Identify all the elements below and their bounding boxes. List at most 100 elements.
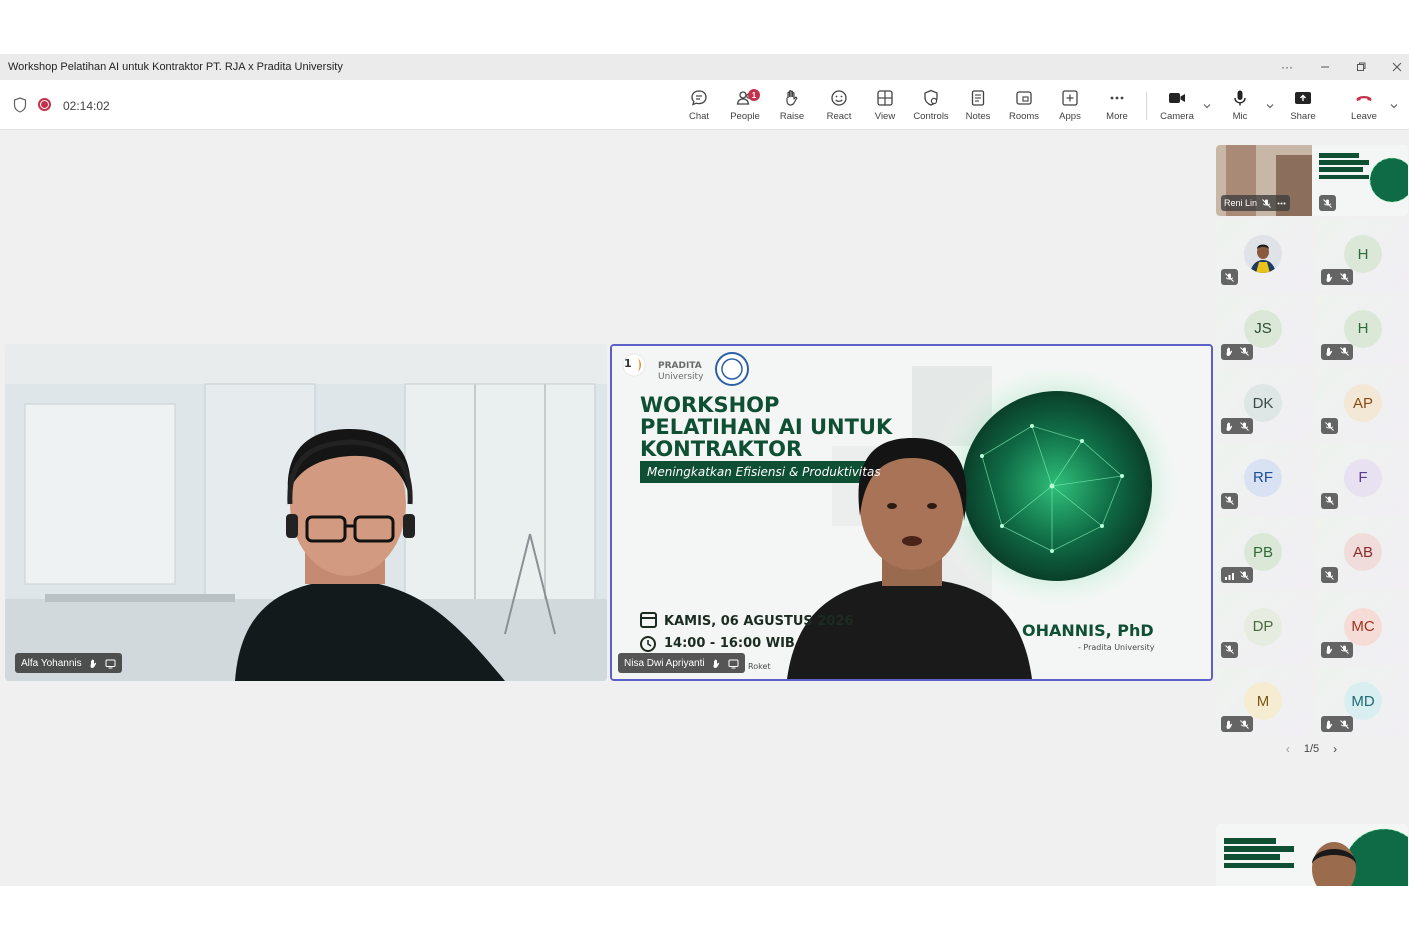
mic-off-icon bbox=[1325, 496, 1334, 505]
participant-tile[interactable]: F bbox=[1316, 443, 1409, 514]
participant-status-icons bbox=[1221, 716, 1253, 732]
avatar: MC bbox=[1344, 607, 1382, 646]
mic-off-icon bbox=[1323, 198, 1332, 208]
mic-icon bbox=[1234, 90, 1246, 106]
participant-status-icons bbox=[1321, 716, 1353, 732]
share-button[interactable]: Share bbox=[1280, 86, 1326, 128]
restore-icon[interactable] bbox=[1350, 57, 1372, 77]
participant-tile[interactable]: DP bbox=[1216, 592, 1310, 663]
participant-tile[interactable]: M bbox=[1216, 667, 1310, 737]
chat-icon bbox=[691, 90, 707, 106]
camera-button[interactable]: Camera bbox=[1154, 86, 1200, 128]
avatar-initials: F bbox=[1358, 469, 1368, 486]
mic-off-icon bbox=[1325, 570, 1334, 580]
avatar: DP bbox=[1244, 607, 1282, 646]
slide-title-line1: WORKSHOP bbox=[640, 393, 780, 417]
slide-time: 14:00 - 16:00 WIB bbox=[664, 636, 795, 651]
mic-off-icon bbox=[1325, 421, 1334, 431]
window-title: Workshop Pelatihan AI untuk Kontraktor P… bbox=[8, 61, 343, 73]
slide-brand-line2: University bbox=[658, 372, 704, 382]
close-icon[interactable] bbox=[1386, 57, 1408, 77]
participant-status-icons bbox=[1321, 641, 1353, 658]
participant-name-tag-alfa: Alfa Yohannis bbox=[15, 653, 122, 673]
hand-icon bbox=[1226, 719, 1233, 729]
minimize-icon[interactable] bbox=[1314, 57, 1336, 77]
avatar-initials: DP bbox=[1252, 618, 1274, 635]
more-button[interactable]: More bbox=[1094, 86, 1140, 128]
hand-icon bbox=[1326, 272, 1333, 282]
hand-icon bbox=[1326, 719, 1333, 729]
participant-status-icons bbox=[1321, 269, 1353, 285]
apps-button[interactable]: Apps bbox=[1047, 86, 1093, 128]
notes-icon bbox=[971, 90, 985, 106]
participant-tile[interactable]: MC bbox=[1316, 592, 1409, 663]
avatar: JS bbox=[1244, 309, 1282, 348]
people-button[interactable]: 1 People bbox=[722, 86, 768, 128]
participant-tile[interactable]: JS bbox=[1216, 294, 1310, 365]
controls-label: Controls bbox=[913, 111, 949, 122]
avatar: H bbox=[1344, 235, 1382, 273]
camera-options-chevron-down-icon[interactable] bbox=[1201, 100, 1213, 112]
slide-title: WORKSHOP PELATIHAN AI UNTUK KONTRAKTOR bbox=[640, 394, 892, 460]
avatar-initials: M bbox=[1256, 692, 1270, 710]
camera-icon bbox=[1169, 93, 1185, 103]
controls-button[interactable]: Controls bbox=[908, 86, 954, 128]
participant-tile[interactable]: H bbox=[1316, 294, 1409, 365]
screen-share-icon bbox=[728, 659, 739, 668]
avatar-initials: PB bbox=[1252, 543, 1273, 561]
react-button[interactable]: React bbox=[816, 86, 862, 128]
screen-share-icon bbox=[105, 659, 116, 668]
avatar: DK bbox=[1244, 384, 1282, 422]
participant-tile[interactable]: MD bbox=[1316, 667, 1409, 737]
avatar: AP bbox=[1344, 384, 1382, 422]
participant-tile[interactable]: PB bbox=[1216, 518, 1310, 588]
avatar: F bbox=[1344, 458, 1382, 497]
people-label: People bbox=[730, 111, 760, 122]
slide-brand-line1: PRADITA bbox=[658, 361, 702, 371]
chat-button[interactable]: Chat bbox=[676, 86, 722, 128]
participant-tile[interactable]: H bbox=[1316, 220, 1409, 290]
participant-tile-reni[interactable]: Reni Lin bbox=[1216, 145, 1408, 216]
avatar: PB bbox=[1244, 533, 1282, 571]
recording-icon bbox=[38, 98, 51, 111]
toolbar-divider bbox=[1146, 92, 1147, 120]
avatar-initials: H bbox=[1357, 245, 1369, 263]
participant-status-icons bbox=[1321, 418, 1338, 434]
hand-icon bbox=[1326, 645, 1333, 654]
mic-off-icon bbox=[1340, 347, 1349, 356]
avatar: AB bbox=[1344, 533, 1382, 571]
participant-tag-reni: Reni Lin bbox=[1221, 195, 1291, 211]
raise-label: Raise bbox=[779, 111, 805, 122]
view-button[interactable]: View bbox=[862, 86, 908, 128]
participant-name-alfa: Alfa Yohannis bbox=[21, 657, 82, 669]
avatar: RF bbox=[1244, 458, 1282, 497]
video-stage: Alfa Yohannis 1 PRADITA University WORKS… bbox=[0, 131, 1214, 886]
previous-page-chevron-left-icon[interactable]: ‹ bbox=[1286, 742, 1290, 756]
leave-button[interactable]: Leave bbox=[1341, 86, 1387, 128]
avatar bbox=[1244, 235, 1282, 273]
leave-options-chevron-down-icon[interactable] bbox=[1388, 100, 1400, 112]
slide-badge-number: 1 bbox=[624, 357, 632, 370]
participant-status-icons bbox=[1221, 567, 1253, 583]
avatar-initials: RF bbox=[1253, 469, 1273, 486]
participant-tile[interactable]: DK bbox=[1216, 369, 1310, 439]
mic-button[interactable]: Mic bbox=[1217, 86, 1263, 128]
participant-tile[interactable]: AP bbox=[1316, 369, 1409, 439]
participant-tile-presenter-self[interactable] bbox=[1216, 824, 1408, 886]
react-icon bbox=[831, 90, 847, 106]
participant-status-icons bbox=[1321, 343, 1353, 360]
window-more-icon[interactable]: ··· bbox=[1276, 57, 1298, 77]
mic-off-icon bbox=[1225, 496, 1234, 505]
rooms-button[interactable]: Rooms bbox=[1001, 86, 1047, 128]
participant-tile[interactable]: AB bbox=[1316, 518, 1409, 588]
participant-tile[interactable]: RF bbox=[1216, 443, 1310, 514]
raise-hand-button[interactable]: Raise bbox=[769, 86, 815, 128]
video-tile-nisa[interactable]: 1 PRADITA University WORKSHOP PELATIHAN … bbox=[610, 344, 1213, 681]
next-page-chevron-right-icon[interactable]: › bbox=[1333, 742, 1337, 756]
signal-icon bbox=[1225, 572, 1234, 580]
slide-title-line2: PELATIHAN AI UNTUK bbox=[640, 415, 893, 439]
mic-options-chevron-down-icon[interactable] bbox=[1264, 100, 1276, 112]
notes-button[interactable]: Notes bbox=[955, 86, 1001, 128]
participant-tile[interactable] bbox=[1216, 220, 1310, 290]
video-tile-alfa[interactable]: Alfa Yohannis bbox=[5, 344, 607, 681]
